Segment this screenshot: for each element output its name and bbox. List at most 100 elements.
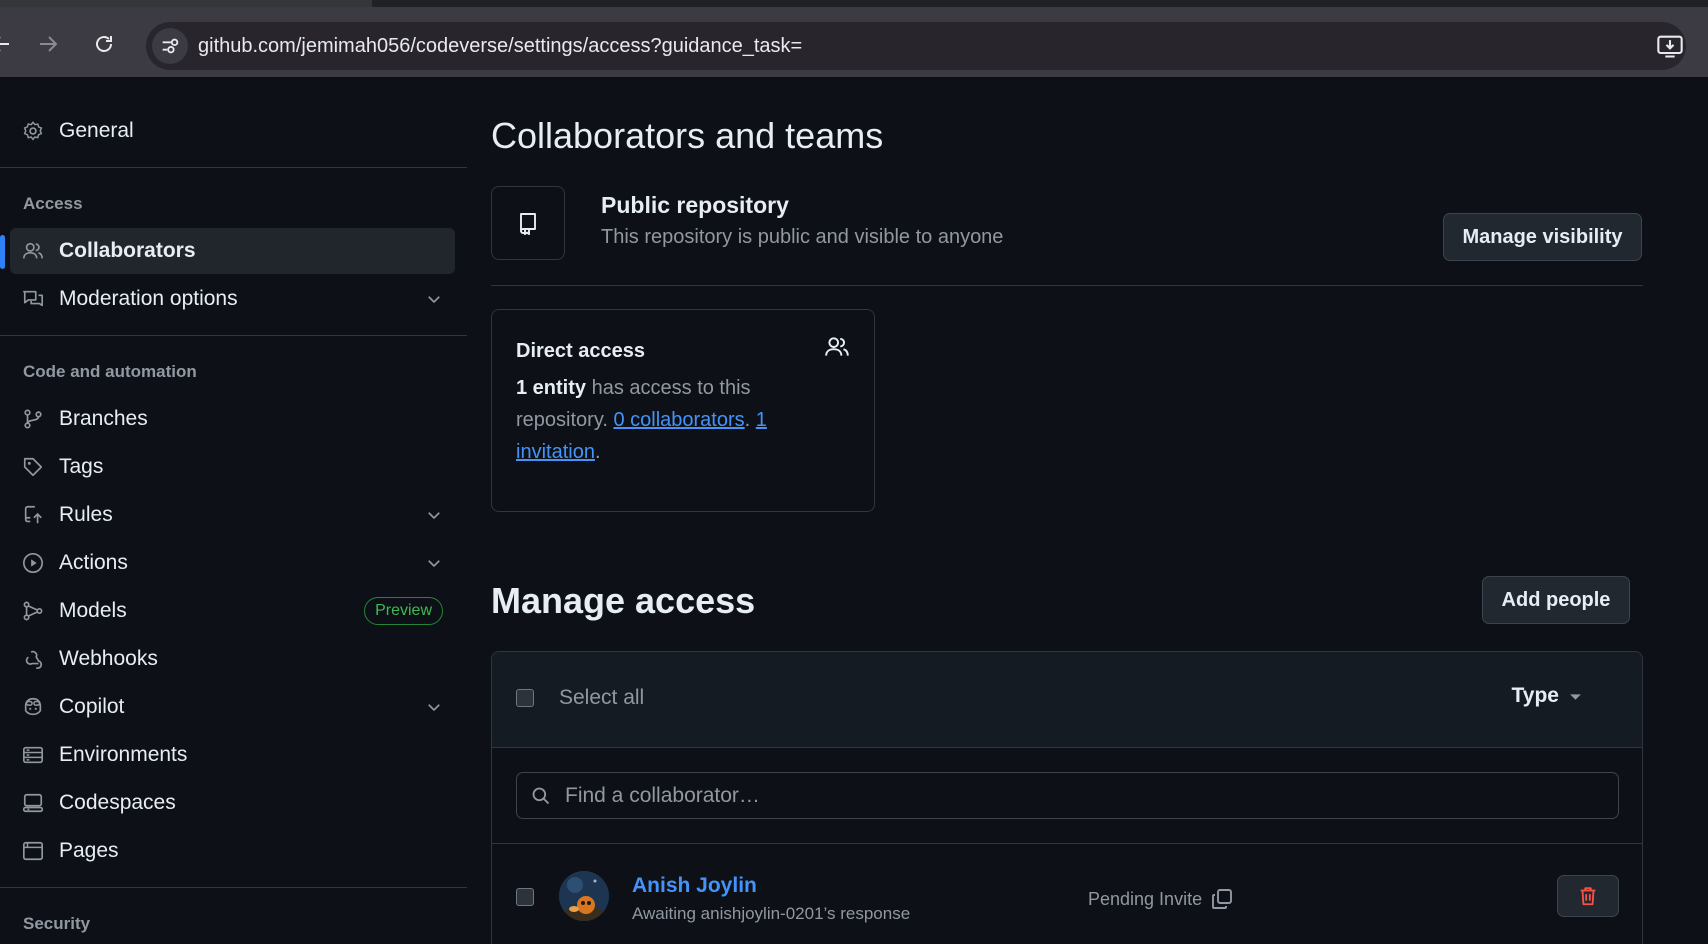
browser-icon bbox=[23, 841, 43, 861]
select-all-label: Select all bbox=[559, 686, 645, 709]
type-filter-dropdown[interactable]: Type bbox=[1512, 684, 1582, 708]
avatar-image bbox=[559, 871, 609, 921]
reload-icon bbox=[96, 36, 112, 52]
direct-access-card: Direct access 1 entity has access to thi… bbox=[491, 309, 875, 512]
arrow-right-icon bbox=[40, 36, 58, 52]
sidebar-item-label: Tags bbox=[59, 455, 104, 478]
sidebar-item-collaborators[interactable]: Collaborators bbox=[10, 228, 455, 274]
forward-button[interactable] bbox=[33, 29, 63, 59]
direct-access-description: 1 entity has access to this repository. … bbox=[516, 372, 816, 468]
section-divider bbox=[491, 285, 1643, 286]
type-filter-label: Type bbox=[1511, 684, 1559, 707]
page-title: Collaborators and teams bbox=[491, 115, 884, 156]
chevron-down-icon bbox=[428, 296, 440, 304]
repo-push-icon bbox=[24, 505, 42, 524]
add-people-button[interactable]: Add people bbox=[1482, 576, 1630, 624]
sidebar-item-label: Rules bbox=[59, 503, 113, 526]
sidebar-item-models[interactable]: Models Preview bbox=[10, 588, 455, 634]
back-button[interactable] bbox=[0, 29, 16, 59]
comment-discussion-icon bbox=[23, 290, 43, 307]
member-checkbox[interactable] bbox=[516, 888, 534, 906]
active-indicator bbox=[0, 235, 5, 269]
manage-access-title: Manage access bbox=[491, 580, 756, 621]
sidebar-heading-code-automation: Code and automation bbox=[23, 362, 197, 381]
sidebar-item-label: General bbox=[59, 119, 134, 142]
sidebar-item-label: Branches bbox=[59, 407, 148, 430]
ai-model-icon bbox=[23, 601, 43, 621]
sidebar-item-rules[interactable]: Rules bbox=[10, 492, 455, 538]
arrow-left-icon bbox=[0, 37, 9, 51]
access-table-header: Select all Type bbox=[492, 652, 1642, 748]
people-icon bbox=[23, 242, 43, 259]
sidebar-item-codespaces[interactable]: Codespaces bbox=[10, 780, 455, 826]
repo-visibility-title: Public repository bbox=[601, 192, 789, 218]
play-icon bbox=[23, 553, 43, 573]
direct-access-text: . bbox=[744, 409, 756, 431]
sidebar-item-moderation-options[interactable]: Moderation options bbox=[10, 276, 455, 322]
chevron-down-icon bbox=[428, 512, 440, 520]
member-status-text: Awaiting anishjoylin-0201’s response bbox=[632, 904, 911, 923]
codespaces-icon bbox=[23, 793, 43, 813]
sidebar-item-label: Actions bbox=[59, 551, 128, 574]
repo-icon bbox=[520, 213, 536, 235]
sidebar-item-actions[interactable]: Actions bbox=[10, 540, 455, 586]
tab-strip bbox=[0, 0, 1708, 7]
pending-invite-status: Pending Invite bbox=[1088, 887, 1234, 911]
sidebar-item-label: Models bbox=[59, 599, 127, 622]
chevron-down-icon bbox=[428, 560, 440, 568]
access-table: Select all Type Find a collaborator… Ani… bbox=[491, 651, 1643, 944]
triangle-down-icon bbox=[1570, 693, 1581, 700]
avatar[interactable] bbox=[559, 871, 609, 921]
copy-icon[interactable] bbox=[1210, 887, 1234, 911]
tune-icon bbox=[162, 38, 179, 54]
gear-icon bbox=[23, 121, 43, 141]
remove-member-button[interactable] bbox=[1557, 875, 1619, 917]
direct-access-title: Direct access bbox=[516, 340, 645, 362]
pending-invite-label: Pending Invite bbox=[1088, 888, 1203, 909]
url-text[interactable]: github.com/jemimah056/codeverse/settings… bbox=[198, 35, 802, 58]
active-tab-edge[interactable] bbox=[0, 0, 372, 7]
collaborators-link[interactable]: 0 collaborators bbox=[613, 409, 744, 431]
sidebar-divider bbox=[0, 335, 467, 336]
sidebar-item-pages[interactable]: Pages bbox=[10, 828, 455, 874]
select-all-checkbox[interactable] bbox=[516, 689, 534, 707]
webhook-icon bbox=[25, 650, 43, 669]
find-collaborator-input[interactable] bbox=[565, 773, 1605, 818]
find-collaborator-field[interactable] bbox=[516, 772, 1619, 819]
member-name-link[interactable]: Anish Joylin bbox=[632, 874, 757, 898]
search-icon bbox=[532, 787, 550, 805]
entity-count: 1 entity bbox=[516, 377, 587, 399]
search-row bbox=[492, 748, 1642, 844]
git-branch-icon bbox=[24, 409, 42, 429]
sidebar-item-label: Codespaces bbox=[59, 791, 176, 814]
sidebar-item-tags[interactable]: Tags bbox=[10, 444, 455, 490]
browser-toolbar: github.com/jemimah056/codeverse/settings… bbox=[0, 7, 1708, 77]
sidebar-divider bbox=[0, 167, 467, 168]
sidebar-item-label: Environments bbox=[59, 743, 188, 766]
install-app-icon[interactable] bbox=[1656, 32, 1684, 60]
direct-access-text: . bbox=[594, 441, 601, 463]
manage-visibility-button[interactable]: Manage visibility bbox=[1443, 213, 1642, 261]
chevron-down-icon bbox=[428, 704, 440, 712]
sidebar-item-copilot[interactable]: Copilot bbox=[10, 684, 455, 730]
copilot-icon bbox=[24, 697, 42, 716]
sidebar-heading-security: Security bbox=[23, 914, 91, 933]
sidebar-item-branches[interactable]: Branches bbox=[10, 396, 455, 442]
site-info-button[interactable] bbox=[152, 28, 188, 64]
sidebar-item-environments[interactable]: Environments bbox=[10, 732, 455, 778]
reload-button[interactable] bbox=[89, 29, 119, 59]
table-row: Anish Joylin Awaiting anishjoylin-0201’s… bbox=[492, 844, 1642, 944]
repo-visibility-icon-box bbox=[491, 186, 565, 260]
address-bar[interactable]: github.com/jemimah056/codeverse/settings… bbox=[146, 22, 1686, 70]
trash-icon bbox=[1580, 887, 1596, 906]
tag-icon bbox=[23, 457, 43, 477]
settings-sidebar: General Access Collaborators Moderation … bbox=[0, 77, 467, 944]
people-icon bbox=[825, 337, 849, 356]
repo-visibility-subtitle: This repository is public and visible to… bbox=[601, 226, 1004, 248]
sidebar-item-label: Collaborators bbox=[59, 239, 196, 262]
sidebar-item-webhooks[interactable]: Webhooks bbox=[10, 636, 455, 682]
sidebar-item-label: Copilot bbox=[59, 695, 125, 718]
browser-chrome: github.com/jemimah056/codeverse/settings… bbox=[0, 0, 1708, 77]
sidebar-item-general[interactable]: General bbox=[10, 108, 455, 154]
server-icon bbox=[23, 746, 43, 764]
